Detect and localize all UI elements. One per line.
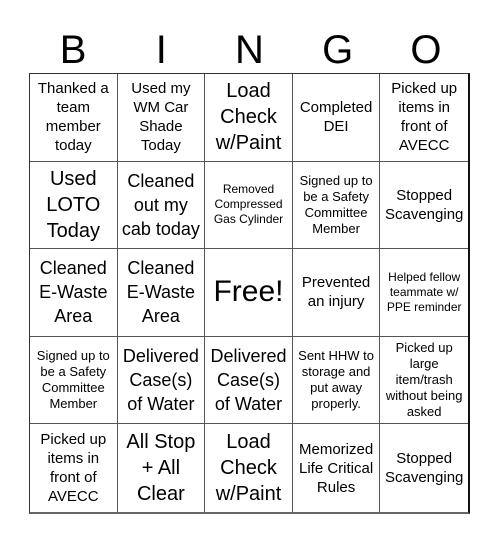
bingo-cell-r1-c3[interactable]: Load Check w/Paint xyxy=(205,74,293,162)
cell-text: Picked up items in front of AVECC xyxy=(40,431,107,506)
bingo-cell-r5-c4[interactable]: Memorized Life Critical Rules xyxy=(293,424,381,512)
bingo-cell-r5-c5[interactable]: Stopped Scavenging xyxy=(380,424,468,512)
bingo-cell-r4-c2[interactable]: Delivered Case(s) of Water xyxy=(117,336,206,425)
bingo-cell-r5-c2[interactable]: All Stop + All Clear xyxy=(118,424,206,512)
bingo-cell-r2-c3[interactable]: Removed Compressed Gas Cylinder xyxy=(205,161,293,250)
bingo-cell-r2-c4[interactable]: Signed up to be a Safety Committee Membe… xyxy=(292,161,381,250)
cell-text: Picked up items in front of AVECC xyxy=(391,80,458,155)
cell-text: Cleaned E-Waste Area xyxy=(39,258,108,327)
bingo-cell-r5-c3[interactable]: Load Check w/Paint xyxy=(205,424,293,512)
header-letter-o: O xyxy=(410,28,442,72)
cell-text: All Stop + All Clear xyxy=(126,431,196,506)
cell-text: Cleaned E-Waste Area xyxy=(126,258,196,327)
bingo-cell-r2-c2[interactable]: Cleaned out my cab today xyxy=(117,161,206,250)
cell-text: Used my WM Car Shade Today xyxy=(131,80,191,155)
cell-text: Completed DEI xyxy=(299,99,373,136)
bingo-cell-r4-c3[interactable]: Delivered Case(s) of Water xyxy=(205,336,293,425)
cell-text: Helped fellow teammate w/ PPE reminder xyxy=(386,269,462,314)
cell-text: Stopped Scavenging xyxy=(384,450,464,487)
cell-text: Sent HHW to storage and put away properl… xyxy=(298,348,375,412)
free-space-text: Free! xyxy=(213,275,284,309)
bingo-cell-r1-c2[interactable]: Used my WM Car Shade Today xyxy=(117,74,206,162)
bingo-cell-r5-c1[interactable]: Picked up items in front of AVECC xyxy=(30,424,118,512)
header-letter-g: G xyxy=(322,28,354,72)
bingo-cell-r4-c4[interactable]: Sent HHW to storage and put away properl… xyxy=(292,336,381,425)
cell-text: Picked up large item/trash without being… xyxy=(385,340,463,420)
cell-text: Load Check w/Paint xyxy=(215,431,282,506)
bingo-board: Thanked a team member today Used my WM C… xyxy=(29,73,470,514)
cell-text: Removed Compressed Gas Cylinder xyxy=(213,182,284,227)
cell-text: Signed up to be a Safety Committee Membe… xyxy=(36,348,110,412)
bingo-cell-r2-c1[interactable]: Used LOTO Today xyxy=(30,161,118,250)
cell-text: Memorized Life Critical Rules xyxy=(299,440,374,496)
cell-text: Prevented an injury xyxy=(301,274,371,311)
bingo-cell-r3-c5[interactable]: Helped fellow teammate w/ PPE reminder xyxy=(380,249,468,337)
cell-text: Stopped Scavenging xyxy=(384,186,464,223)
bingo-header: B I N G O xyxy=(29,28,470,73)
cell-text: Thanked a team member today xyxy=(37,80,109,155)
header-letter-i: I xyxy=(155,28,167,72)
bingo-cell-r2-c5[interactable]: Stopped Scavenging xyxy=(380,162,468,250)
free-space-cell[interactable]: Free! xyxy=(205,249,293,337)
bingo-cell-r3-c4[interactable]: Prevented an injury xyxy=(292,249,381,337)
cell-text: Signed up to be a Safety Committee Membe… xyxy=(299,172,373,236)
cell-text: Cleaned out my cab today xyxy=(121,170,200,239)
bingo-cell-r4-c5[interactable]: Picked up large item/trash without being… xyxy=(380,337,468,425)
bingo-cell-r4-c1[interactable]: Signed up to be a Safety Committee Membe… xyxy=(30,336,118,425)
cell-text: Delivered Case(s) of Water xyxy=(210,346,287,415)
cell-text: Used LOTO Today xyxy=(46,167,101,242)
bingo-cell-r3-c2[interactable]: Cleaned E-Waste Area xyxy=(117,249,206,337)
bingo-cell-r3-c1[interactable]: Cleaned E-Waste Area xyxy=(30,249,118,337)
header-letter-b: B xyxy=(59,28,87,72)
bingo-cell-r1-c4[interactable]: Completed DEI xyxy=(292,74,381,162)
header-letter-n: N xyxy=(235,28,264,72)
bingo-cell-r1-c1[interactable]: Thanked a team member today xyxy=(30,74,118,162)
cell-text: Load Check w/Paint xyxy=(215,80,282,155)
bingo-cell-r1-c5[interactable]: Picked up items in front of AVECC xyxy=(380,74,468,162)
cell-text: Delivered Case(s) of Water xyxy=(122,346,199,415)
